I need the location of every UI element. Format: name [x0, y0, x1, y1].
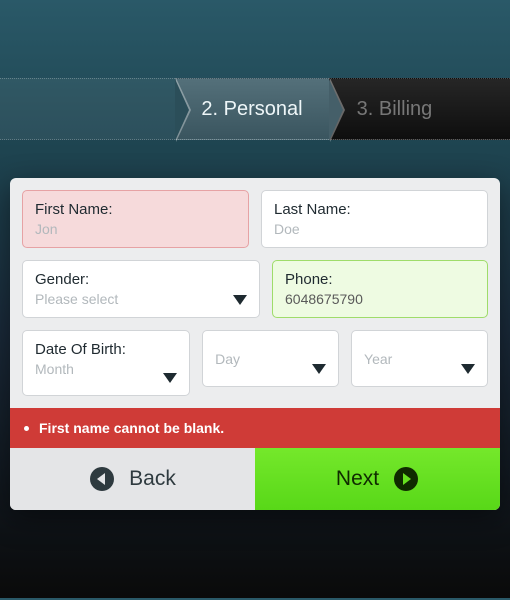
dob-label: Date Of Birth:: [35, 341, 155, 358]
next-button[interactable]: Next: [255, 448, 500, 510]
error-bar: First name cannot be blank.: [10, 408, 500, 448]
gender-value: Please select: [35, 291, 118, 307]
dob-day-select[interactable]: Day: [202, 330, 339, 387]
bullet-icon: [24, 426, 29, 431]
back-label: Back: [129, 467, 176, 491]
page-title: t: [0, 0, 510, 46]
form-card: First Name: Jon Last Name: Doe Gender: P…: [10, 178, 500, 510]
step-1[interactable]: [0, 78, 175, 140]
back-button[interactable]: Back: [10, 448, 255, 510]
chevron-down-icon: [312, 364, 326, 374]
first-name-input[interactable]: Jon: [35, 221, 58, 237]
next-label: Next: [336, 467, 379, 491]
gender-select[interactable]: Gender: Please select: [22, 260, 260, 318]
stepper: 2. Personal 3. Billing: [0, 78, 510, 140]
first-name-field[interactable]: First Name: Jon: [22, 190, 249, 248]
arrow-left-circle-icon: [89, 466, 115, 492]
phone-input[interactable]: 6048675790: [285, 291, 363, 307]
error-message: First name cannot be blank.: [39, 420, 224, 436]
dob-month-select[interactable]: Date Of Birth: Month: [22, 330, 190, 396]
first-name-label: First Name:: [35, 201, 236, 218]
phone-label: Phone:: [285, 271, 475, 288]
dob-year-select[interactable]: Year: [351, 330, 488, 387]
dob-day-value: Day: [215, 351, 304, 367]
dob-month-value: Month: [35, 361, 74, 377]
button-row: Back Next: [10, 448, 500, 510]
phone-field[interactable]: Phone: 6048675790: [272, 260, 488, 318]
gender-label: Gender:: [35, 271, 225, 288]
step-3-label: 3. Billing: [357, 98, 433, 121]
last-name-label: Last Name:: [274, 201, 475, 218]
arrow-right-circle-icon: [393, 466, 419, 492]
last-name-input[interactable]: Doe: [274, 221, 300, 237]
chevron-down-icon: [233, 295, 247, 305]
chevron-down-icon: [461, 364, 475, 374]
step-2-label: 2. Personal: [201, 98, 302, 121]
step-3-billing[interactable]: 3. Billing: [329, 78, 510, 140]
last-name-field[interactable]: Last Name: Doe: [261, 190, 488, 248]
chevron-down-icon: [163, 373, 177, 383]
step-2-personal[interactable]: 2. Personal: [175, 78, 328, 140]
dob-year-value: Year: [364, 351, 453, 367]
header: t: [0, 0, 510, 64]
